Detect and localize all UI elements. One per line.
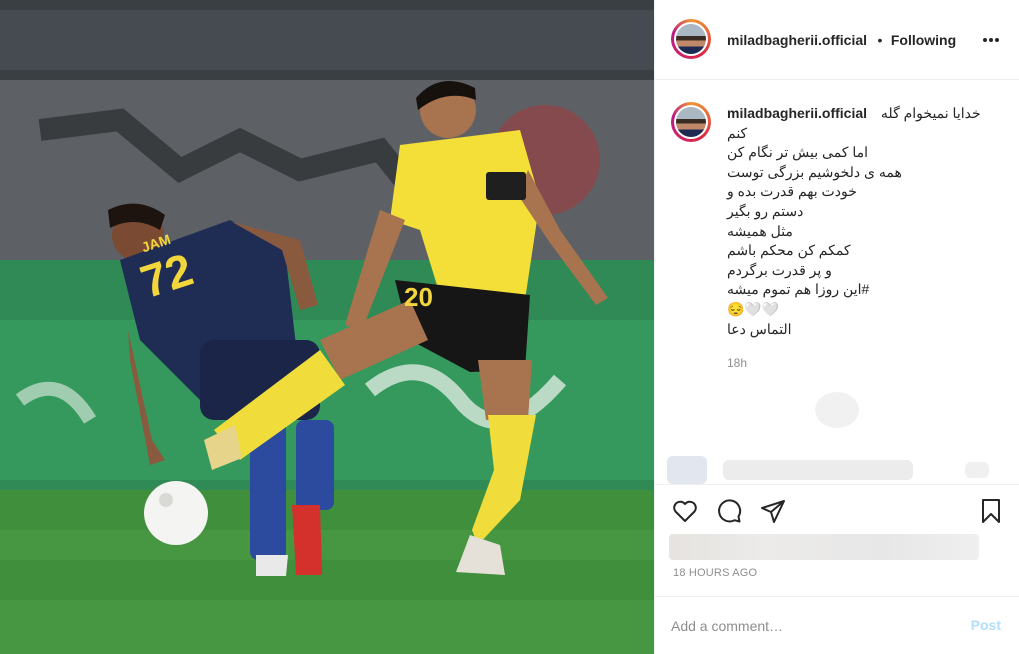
- post-details-panel: miladbagherii.official • Following milad…: [654, 0, 1019, 654]
- header-meta: miladbagherii.official • Following: [727, 32, 956, 50]
- instagram-post-modal: 72 JAM 20 miladbagherii.official • Follo…: [0, 0, 1019, 654]
- caption-line: خدایا نمیخوام گله: [880, 105, 981, 121]
- post-photo[interactable]: 72 JAM 20: [0, 0, 654, 654]
- post-timestamp[interactable]: 18 HOURS AGO: [673, 567, 757, 579]
- caption-profile-picture: [676, 107, 706, 137]
- caption-line: اما کمی بیش تر نگام کن: [727, 144, 869, 161]
- caption-first-row: miladbagherii.official خدایا نمیخوام گله: [727, 104, 989, 124]
- caption-line: دستم رو بگیر: [727, 202, 804, 219]
- paper-plane-icon[interactable]: [759, 497, 787, 525]
- caption-line: کنم: [727, 124, 748, 141]
- blurred-like: [965, 462, 989, 478]
- header-username[interactable]: miladbagherii.official: [727, 32, 867, 48]
- header-separator: •: [877, 32, 883, 48]
- action-bar: [655, 484, 1019, 540]
- loading-spinner: [815, 392, 859, 428]
- blurred-comment: [723, 460, 913, 480]
- caption-time-ago[interactable]: 18h: [727, 356, 747, 370]
- post-header: miladbagherii.official • Following: [655, 0, 1019, 80]
- profile-picture: [676, 24, 706, 54]
- yellow-shorts-number: 20: [404, 282, 433, 312]
- caption-line: التماس دعا: [727, 320, 792, 337]
- following-button[interactable]: Following: [891, 32, 956, 48]
- blurred-comments: [655, 380, 1019, 484]
- hashtag-line[interactable]: #این روزا هم تموم میشه: [727, 280, 989, 300]
- comment-icon[interactable]: [715, 497, 743, 525]
- caption-line: خودت بهم قدرت بده و: [727, 183, 857, 200]
- caption-line: کمکم کن محکم باشم: [727, 242, 851, 259]
- football: [144, 481, 208, 545]
- blurred-avatar: [667, 456, 707, 484]
- caption-avatar[interactable]: [671, 102, 711, 142]
- caption-line: مثل همیشه: [727, 222, 793, 239]
- caption-text: miladbagherii.official خدایا نمیخوام گله…: [727, 104, 989, 339]
- bookmark-icon[interactable]: [977, 497, 1005, 525]
- heart-icon[interactable]: [671, 497, 699, 525]
- caption-area: miladbagherii.official خدایا نمیخوام گله…: [655, 80, 1019, 484]
- caption-line: همه ی دلخوشیم بزرگی توست: [727, 163, 902, 180]
- emoji-line: 😔🤍🤍: [727, 300, 780, 317]
- comment-bar: Post: [655, 596, 1019, 654]
- avatar[interactable]: [671, 19, 711, 59]
- post-comment-button[interactable]: Post: [971, 617, 1001, 633]
- caption-username[interactable]: miladbagherii.official: [727, 105, 867, 121]
- more-horizontal-icon[interactable]: [981, 30, 1001, 50]
- caption-line: و پر قدرت برگردم: [727, 261, 832, 278]
- comment-input[interactable]: [671, 615, 941, 637]
- blurred-likes: [669, 534, 979, 560]
- football-match-illustration: 72 JAM 20: [0, 0, 654, 654]
